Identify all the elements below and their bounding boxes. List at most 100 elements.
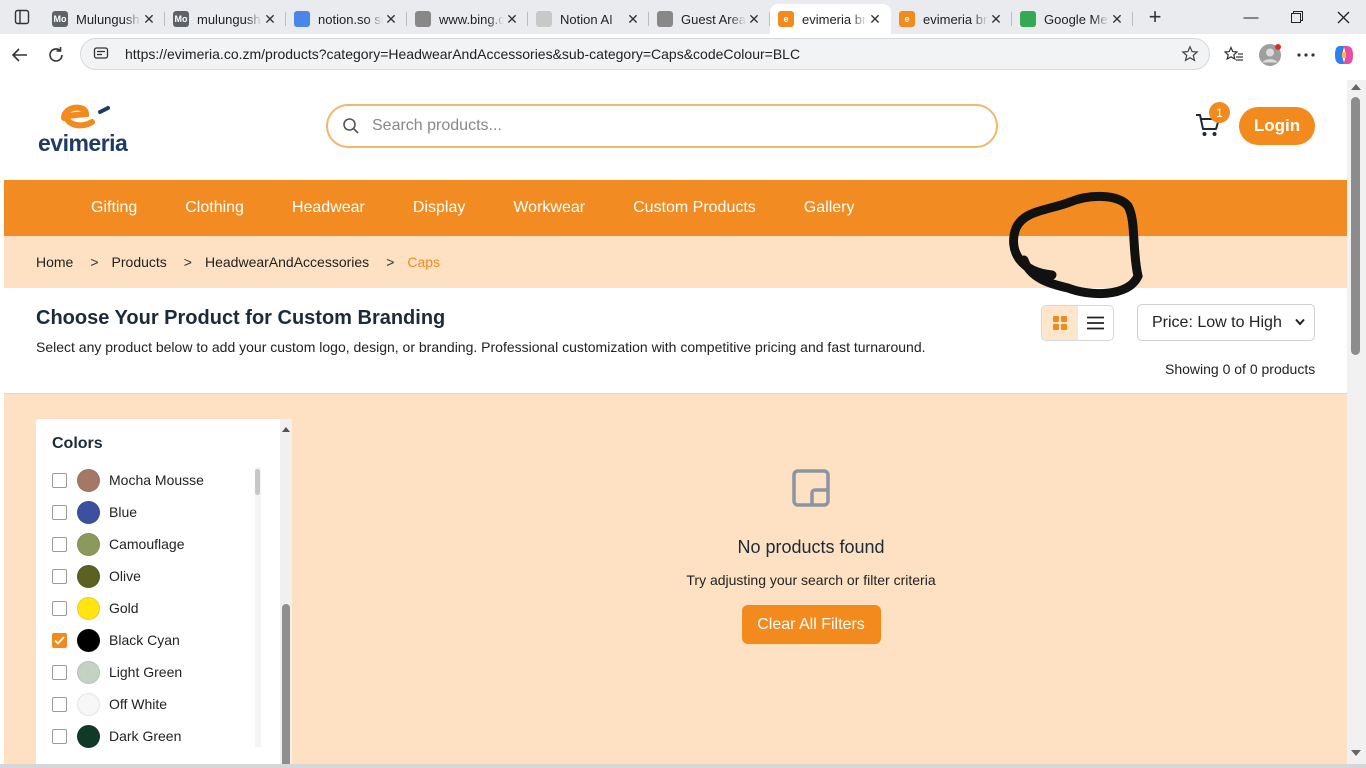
list-view-button[interactable]: [1078, 306, 1114, 340]
browser-tab[interactable]: e evimeria br ✕: [770, 4, 891, 34]
browser-tab[interactable]: www.bing.c ✕: [407, 4, 528, 34]
tab-close-icon[interactable]: ✕: [988, 11, 1004, 28]
color-swatch: [77, 468, 100, 492]
grid-icon: [1052, 316, 1067, 330]
site-info-icon[interactable]: [93, 45, 111, 64]
sidebar-scrollbar[interactable]: [280, 419, 292, 768]
favorite-star-icon[interactable]: [1181, 45, 1199, 66]
color-name: Blue: [109, 504, 138, 520]
restore-button[interactable]: [1274, 0, 1320, 34]
browser-tab[interactable]: Mo Mulungushi ✕: [44, 4, 165, 34]
window-bottom-edge: [0, 764, 1366, 768]
color-checkbox[interactable]: [52, 600, 67, 616]
color-filter-item[interactable]: Light Green: [52, 656, 262, 688]
browser-tab[interactable]: Notion AI ✕: [528, 4, 649, 34]
color-filter-item[interactable]: Camouflage: [52, 528, 262, 560]
color-filter-item[interactable]: Off White: [52, 688, 262, 720]
profile-avatar-icon: [1259, 44, 1281, 66]
nav-item-display[interactable]: Display: [413, 199, 465, 217]
breadcrumb-separator: >: [183, 254, 192, 270]
tab-actions-button[interactable]: [0, 0, 44, 34]
color-checkbox[interactable]: [52, 632, 67, 648]
tab-close-icon[interactable]: ✕: [867, 11, 883, 28]
color-checkbox[interactable]: [52, 504, 67, 520]
tab-favicon-icon: [657, 11, 673, 27]
tab-close-icon[interactable]: ✕: [746, 11, 762, 28]
browser-tab[interactable]: Mo mulungushi ✕: [165, 4, 286, 34]
url-bar[interactable]: https://evimeria.co.zm/products?category…: [80, 38, 1210, 70]
profile-button[interactable]: [1253, 38, 1287, 72]
breadcrumb-category[interactable]: HeadwearAndAccessories: [205, 254, 369, 270]
settings-more-button[interactable]: [1289, 38, 1323, 72]
color-filter-item[interactable]: Gold: [52, 592, 262, 624]
checkmark-icon: [54, 635, 65, 645]
tab-title: evimeria br: [802, 11, 867, 27]
breadcrumb-products[interactable]: Products: [112, 254, 167, 270]
nav-item-gallery[interactable]: Gallery: [804, 199, 855, 217]
nav-item-headwear[interactable]: Headwear: [292, 199, 365, 217]
breadcrumb-home[interactable]: Home: [36, 254, 73, 270]
browser-tab[interactable]: e evimeria br ✕: [891, 4, 1012, 34]
product-search[interactable]: Search products...: [326, 104, 998, 148]
color-checkbox[interactable]: [52, 728, 67, 744]
tab-close-icon[interactable]: ✕: [504, 11, 520, 28]
color-filter-item[interactable]: Dark Green: [52, 720, 262, 752]
tab-favicon-icon: Mo: [52, 11, 68, 27]
copilot-button[interactable]: [1327, 38, 1361, 72]
sidebar-toggle-icon: [14, 9, 30, 25]
color-swatch: [77, 660, 100, 684]
minimize-icon: —: [1243, 8, 1259, 26]
sort-select[interactable]: Price: Low to High: [1137, 304, 1315, 341]
back-button[interactable]: [2, 37, 38, 73]
color-list-scrollbar[interactable]: [255, 467, 261, 747]
color-name: Off White: [109, 696, 168, 712]
tab-close-icon[interactable]: ✕: [262, 11, 278, 28]
logo-mark-icon: [61, 104, 110, 129]
new-tab-button[interactable]: +: [1137, 2, 1173, 32]
nav-item-clothing[interactable]: Clothing: [185, 199, 244, 217]
color-checkbox[interactable]: [52, 472, 67, 488]
close-window-button[interactable]: [1320, 0, 1366, 34]
color-name: Olive: [109, 568, 141, 584]
page-description: Select any product below to add your cus…: [36, 339, 926, 355]
browser-tab[interactable]: notion.so si ✕: [286, 4, 407, 34]
nav-item-workwear[interactable]: Workwear: [513, 199, 585, 217]
empty-box-icon: [792, 469, 830, 507]
tab-favicon-icon: [294, 11, 310, 27]
close-icon: [1337, 11, 1349, 23]
grid-view-button[interactable]: [1042, 306, 1078, 340]
refresh-button[interactable]: [38, 37, 74, 73]
favorites-icon: [1224, 46, 1243, 61]
clear-all-filters-button[interactable]: Clear All Filters: [741, 605, 881, 644]
minimize-button[interactable]: —: [1228, 0, 1274, 34]
tab-close-icon[interactable]: ✕: [141, 11, 157, 28]
tab-title: www.bing.c: [439, 11, 504, 27]
tab-favicon-icon: Mo: [173, 11, 189, 27]
tab-close-icon[interactable]: ✕: [625, 11, 641, 28]
tab-favicon-icon: e: [899, 11, 915, 27]
color-checkbox[interactable]: [52, 568, 67, 584]
color-name: Light Green: [109, 664, 183, 680]
color-filter-item[interactable]: Mocha Mousse: [52, 464, 262, 496]
url-text: https://evimeria.co.zm/products?category…: [125, 46, 801, 62]
color-checkbox[interactable]: [52, 536, 67, 552]
color-checkbox[interactable]: [52, 696, 67, 712]
page-title-section: Choose Your Product for Custom Branding …: [4, 288, 1347, 394]
page-scrollbar[interactable]: [1347, 80, 1366, 768]
evimeria-logo[interactable]: evimeria: [38, 100, 138, 156]
color-filter-item[interactable]: Olive: [52, 560, 262, 592]
tab-close-icon[interactable]: ✕: [1109, 11, 1125, 28]
nav-item-gifting[interactable]: Gifting: [91, 199, 137, 217]
nav-item-custom-products[interactable]: Custom Products: [633, 199, 756, 217]
color-checkbox[interactable]: [52, 664, 67, 680]
refresh-icon: [49, 47, 63, 62]
login-button[interactable]: Login: [1239, 107, 1315, 145]
tab-title: Google Me: [1044, 11, 1108, 27]
browser-tab[interactable]: Google Me ✕: [1012, 4, 1133, 34]
color-filter-item[interactable]: Black Cyan: [52, 624, 262, 656]
tab-close-icon[interactable]: ✕: [383, 11, 399, 28]
restore-icon: [1291, 11, 1303, 23]
color-filter-item[interactable]: Blue: [52, 496, 262, 528]
browser-tab[interactable]: Guest Area ✕: [649, 4, 770, 34]
favorites-button[interactable]: [1217, 38, 1251, 72]
